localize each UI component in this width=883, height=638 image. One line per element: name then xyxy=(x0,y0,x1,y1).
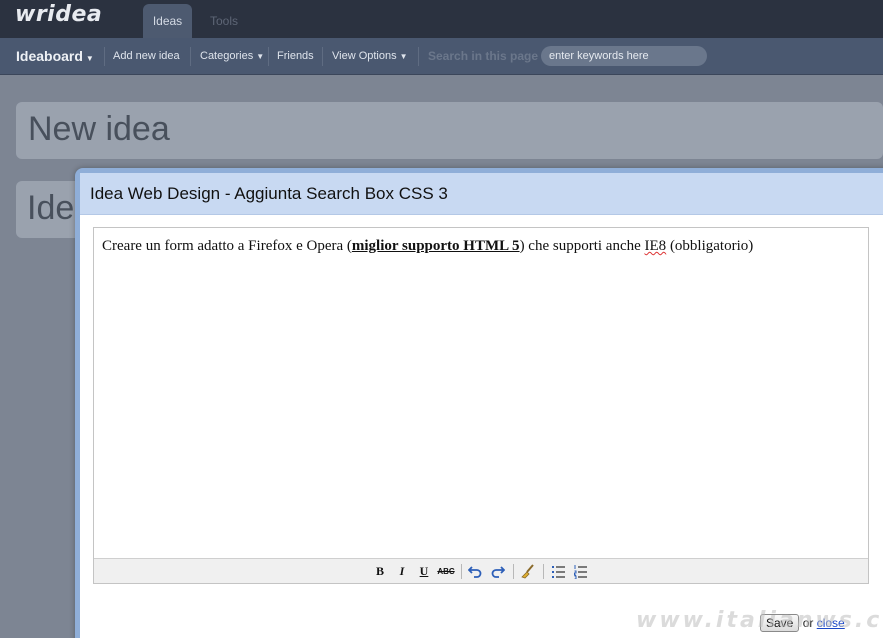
dialog-header: Idea Web Design - Aggiunta Search Box CS… xyxy=(80,173,883,215)
nav-ideaboard-label: Ideaboard xyxy=(16,48,83,64)
body-misspelled-word: IE8 xyxy=(644,238,667,254)
body-text-end: (obbligatorio) xyxy=(666,238,754,254)
new-idea-panel[interactable]: New idea xyxy=(16,102,883,159)
redo-icon xyxy=(491,566,505,578)
toolbar-divider xyxy=(513,564,514,579)
nav-friends[interactable]: Friends xyxy=(277,38,314,75)
editor-content[interactable]: Creare un form adatto a Firefox e Opera … xyxy=(102,238,753,255)
watermark: www.italianws.com xyxy=(636,608,883,633)
italic-button[interactable]: I xyxy=(393,563,411,580)
chevron-down-icon: ▼ xyxy=(256,52,265,61)
nav-divider xyxy=(268,47,269,66)
numbered-list-button[interactable] xyxy=(571,563,589,580)
chevron-down-icon: ▼ xyxy=(399,52,408,61)
undo-button[interactable] xyxy=(466,563,484,580)
numbered-list-icon xyxy=(573,565,587,579)
broom-icon xyxy=(521,564,534,579)
clean-format-button[interactable] xyxy=(519,563,537,580)
bullet-list-icon xyxy=(551,566,565,578)
underline-button[interactable]: U xyxy=(415,563,433,580)
nav-bar: Ideaboard ▼ Add new idea Categories ▼ Frie… xyxy=(0,38,883,75)
new-idea-heading: New idea xyxy=(28,110,170,148)
editor-toolbar: B I U ABC xyxy=(94,558,868,583)
top-bar: wridea Ideas Tools xyxy=(0,0,883,38)
ideas-heading: Ide xyxy=(27,189,75,227)
dialog-title: Idea Web Design - Aggiunta Search Box CS… xyxy=(90,184,448,203)
chevron-down-icon: ▼ xyxy=(85,54,94,63)
nav-divider xyxy=(104,47,105,66)
nav-view-options-menu[interactable]: View Options ▼ xyxy=(332,38,408,75)
body-bold-text: miglior supporto HTML 5 xyxy=(351,238,520,254)
nav-categories-label: Categories xyxy=(200,50,254,62)
redo-button[interactable] xyxy=(489,563,507,580)
tab-ideas[interactable]: Ideas xyxy=(143,4,192,38)
search-label: Search in this page xyxy=(428,49,539,63)
idea-edit-dialog: Idea Web Design - Aggiunta Search Box CS… xyxy=(75,168,883,638)
toolbar-divider xyxy=(543,564,544,579)
nav-divider xyxy=(190,47,191,66)
body-text-start: Creare un form adatto a Firefox e Opera … xyxy=(102,238,352,254)
nav-view-options-label: View Options xyxy=(332,50,397,62)
body-text-middle: ) che supporti anche xyxy=(519,238,645,254)
search-input[interactable] xyxy=(541,46,707,66)
nav-categories-menu[interactable]: Categories ▼ xyxy=(200,38,264,75)
bold-button[interactable]: B xyxy=(371,563,389,580)
nav-add-new-idea[interactable]: Add new idea xyxy=(113,38,180,75)
strikethrough-button[interactable]: ABC xyxy=(437,563,455,580)
bullet-list-button[interactable] xyxy=(549,563,567,580)
tab-tools[interactable]: Tools xyxy=(201,4,247,38)
nav-ideaboard-menu[interactable]: Ideaboard ▼ xyxy=(16,38,94,75)
rich-text-editor[interactable]: Creare un form adatto a Firefox e Opera … xyxy=(93,227,869,584)
nav-divider xyxy=(418,47,419,66)
toolbar-divider xyxy=(461,564,462,579)
nav-divider xyxy=(322,47,323,66)
undo-icon xyxy=(468,566,482,578)
app-logo[interactable]: wridea xyxy=(15,2,102,27)
